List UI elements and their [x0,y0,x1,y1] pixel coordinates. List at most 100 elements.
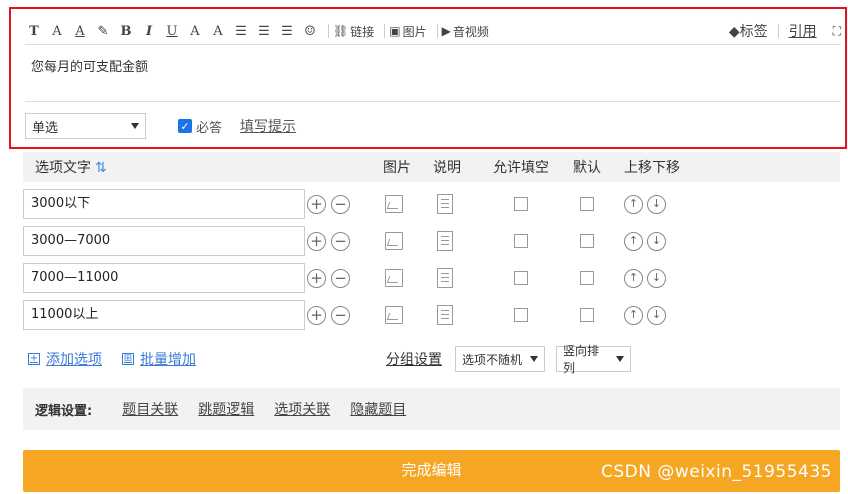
remove-option-icon[interactable]: − [331,269,350,288]
move-down-icon[interactable]: ↓ [647,232,666,251]
chevron-down-icon [530,356,538,362]
skip-logic-link[interactable]: 跳题逻辑 [198,399,254,419]
move-down-icon[interactable]: ↓ [647,269,666,288]
video-icon: ▶ [441,24,451,38]
underline-icon[interactable]: U [163,21,181,41]
tag-icon: ◆ [728,24,740,40]
superscript-icon[interactable]: A [209,21,227,41]
highlight-color-icon[interactable]: ✎ [94,21,112,41]
insert-link-label: 链接 [350,24,375,39]
default-checkbox[interactable] [580,308,594,322]
question-type-select[interactable]: 单选 [25,113,146,139]
add-option-icon[interactable]: + [307,306,326,325]
chevron-down-icon [616,356,624,362]
option-text-input[interactable]: 3000以下 [23,189,305,219]
quote-button[interactable]: 引用 [789,21,817,41]
add-option-icon[interactable]: + [307,269,326,288]
description-icon[interactable] [437,305,453,325]
add-option-button[interactable]: + 添加选项 [28,349,102,369]
move-down-icon[interactable]: ↓ [647,195,666,214]
subscript-icon[interactable]: A [186,21,204,41]
bold-icon[interactable]: B [117,21,135,41]
insert-link-button[interactable]: ⛓ 链接 [333,23,374,40]
required-label: 必答 [196,120,223,136]
question-title-editor[interactable]: 您每月的可支配金额 [25,44,841,102]
link-icon: ⛓ [333,24,349,38]
table-row: 3000—7000 + − ↑ ↓ [23,226,840,256]
move-up-icon[interactable]: ↑ [624,269,643,288]
allow-fill-checkbox[interactable] [514,234,528,248]
remove-option-icon[interactable]: − [331,232,350,251]
move-up-icon[interactable]: ↑ [624,195,643,214]
image-icon[interactable] [385,269,403,287]
move-up-icon[interactable]: ↑ [624,306,643,325]
header-allow-fill: 允许填空 [493,160,549,176]
option-text-input[interactable]: 3000—7000 [23,226,305,256]
hide-question-link[interactable]: 隐藏题目 [350,399,406,419]
fullscreen-icon[interactable]: ⛶ [833,24,841,39]
group-settings-link[interactable]: 分组设置 [386,349,442,369]
checkmark-icon: ✓ [178,119,192,133]
toolbar-divider [436,24,438,38]
question-title-text: 您每月的可支配金额 [31,60,149,75]
allow-fill-checkbox[interactable] [514,271,528,285]
add-option-icon[interactable]: + [307,232,326,251]
image-icon[interactable] [385,306,403,324]
image-icon[interactable] [385,195,403,213]
chevron-down-icon [131,123,139,129]
logic-settings-title: 逻辑设置: [35,403,93,419]
default-checkbox[interactable] [580,197,594,211]
insert-image-button[interactable]: ▣ 图片 [389,23,426,40]
insert-av-label: 音视频 [452,24,489,39]
option-random-select[interactable]: 选项不随机 [455,346,545,372]
question-editor-highlight: T A A ✎ B I U A A ☰ ☰ ☰ ☺ ⛓ 链接 ▣ 图片 ▶ 音视频 ◆… [9,7,847,149]
header-description: 说明 [433,160,461,176]
option-relation-link[interactable]: 选项关联 [274,399,330,419]
align-right-icon[interactable]: ☰ [278,21,296,41]
insert-image-label: 图片 [402,24,427,39]
option-layout-select[interactable]: 竖向排列 [556,344,631,375]
tag-button[interactable]: ◆标签 [729,21,768,41]
required-checkbox[interactable]: ✓ 必答 [178,117,222,136]
font-size-icon[interactable]: A [48,21,66,41]
option-text-input[interactable]: 11000以上 [23,300,305,330]
bulk-add-button[interactable]: ⊞ 批量增加 [122,349,196,369]
watermark-text: CSDN @weixin_51955435 [600,462,832,482]
align-left-icon[interactable]: ☰ [232,21,250,41]
text-type-icon[interactable]: T [25,21,43,41]
default-checkbox[interactable] [580,234,594,248]
editor-toolbar: T A A ✎ B I U A A ☰ ☰ ☰ ☺ ⛓ 链接 ▣ 图片 ▶ 音视频 ◆… [25,19,841,43]
remove-option-icon[interactable]: − [331,195,350,214]
header-default: 默认 [573,160,601,176]
emoji-icon[interactable]: ☺ [301,21,319,41]
italic-icon[interactable]: I [140,21,158,41]
header-option-text: 选项文字 ⇅ [35,160,107,176]
plus-box-icon: + [28,353,40,365]
description-icon[interactable] [437,231,453,251]
allow-fill-checkbox[interactable] [514,197,528,211]
options-table-header: 选项文字 ⇅ 图片 说明 允许填空 默认 上移下移 [23,152,840,182]
add-option-icon[interactable]: + [307,195,326,214]
table-row: 7000—11000 + − ↑ ↓ [23,263,840,293]
bulk-add-icon: ⊞ [122,353,134,365]
remove-option-icon[interactable]: − [331,306,350,325]
fill-hint-link[interactable]: 填写提示 [240,116,296,136]
description-icon[interactable] [437,194,453,214]
table-row: 3000以下 + − ↑ ↓ [23,189,840,219]
default-checkbox[interactable] [580,271,594,285]
sort-icon[interactable]: ⇅ [95,160,107,176]
image-icon: ▣ [389,24,401,38]
toolbar-divider [777,24,779,38]
move-down-icon[interactable]: ↓ [647,306,666,325]
toolbar-divider [384,24,386,38]
align-center-icon[interactable]: ☰ [255,21,273,41]
insert-av-button[interactable]: ▶ 音视频 [442,23,489,40]
description-icon[interactable] [437,268,453,288]
option-text-input[interactable]: 7000—11000 [23,263,305,293]
question-relation-link[interactable]: 题目关联 [122,399,178,419]
allow-fill-checkbox[interactable] [514,308,528,322]
font-color-icon[interactable]: A [71,21,89,41]
move-up-icon[interactable]: ↑ [624,232,643,251]
image-icon[interactable] [385,232,403,250]
toolbar-right-group: ◆标签 引用 ⛶ [729,21,841,41]
